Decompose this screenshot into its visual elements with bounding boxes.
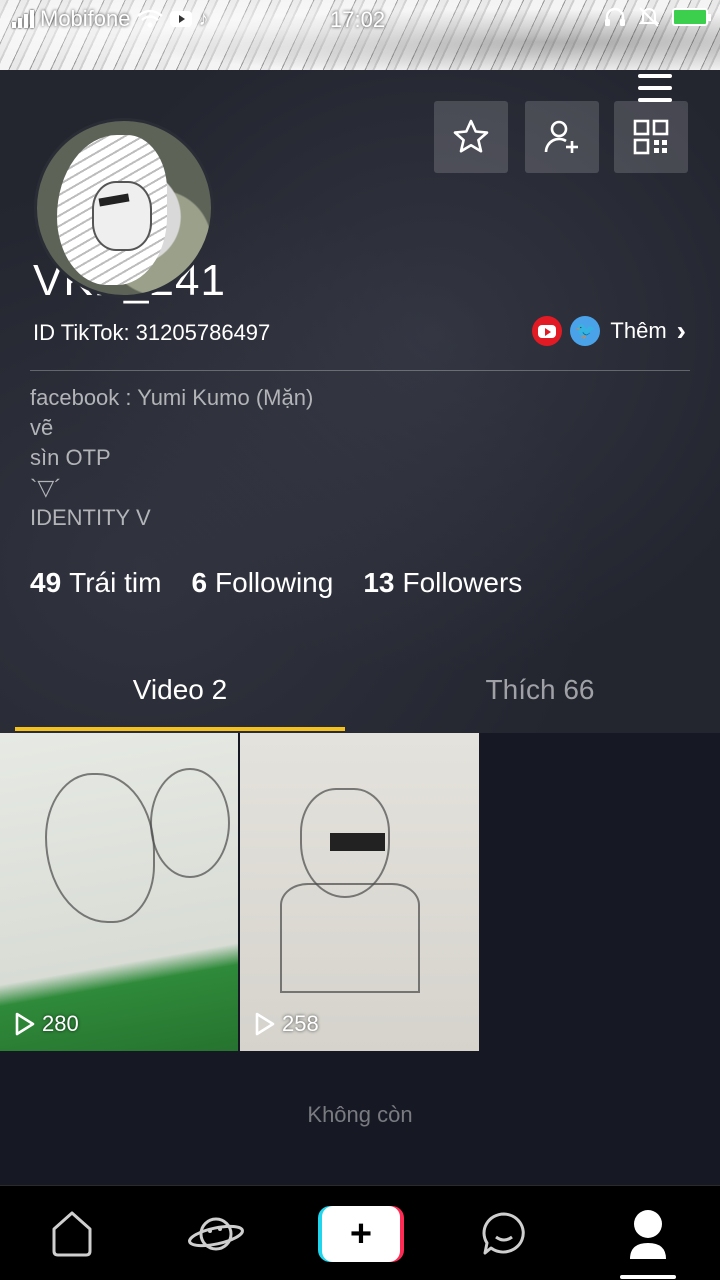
bio-line: IDENTITY V: [30, 505, 151, 530]
video-thumbnail[interactable]: 280: [0, 733, 238, 1051]
followers-stat[interactable]: 13 Followers: [363, 567, 522, 599]
avatar[interactable]: [34, 118, 214, 298]
headphones-icon: [605, 7, 625, 26]
discover-planet-icon: [188, 1217, 244, 1251]
home-icon: [52, 1211, 92, 1257]
plus-icon: +: [322, 1206, 400, 1262]
bio-line: vẽ: [30, 415, 54, 440]
status-time: 17:02: [330, 7, 386, 32]
youtube-icon[interactable]: [532, 316, 563, 346]
mute-icon: [638, 7, 660, 27]
wifi-icon: [136, 9, 163, 28]
profile-tabs: Video 2 Thích 66: [0, 670, 720, 733]
divider: [30, 370, 690, 371]
home-indicator: [620, 1275, 676, 1279]
profile-header: VKP_241 ID TikTok: 31205786497 🐦 Thêm › …: [0, 70, 720, 733]
menu-icon[interactable]: [638, 74, 672, 102]
tab-liked[interactable]: Thích 66: [360, 674, 720, 706]
profile-icon: [630, 1210, 666, 1259]
profile-stats: 49 Trái tim 6 Following 13 Followers: [30, 567, 522, 599]
chevron-right-icon[interactable]: ›: [677, 317, 686, 345]
create-button[interactable]: +: [318, 1206, 404, 1262]
signal-icon: [12, 10, 34, 28]
play-icon: [15, 1012, 35, 1036]
status-bar: Mobifone ♪ 17:02: [0, 0, 720, 38]
nav-inbox[interactable]: [474, 1206, 534, 1262]
add-friend-button[interactable]: [525, 101, 599, 173]
bio-line: sìn OTP: [30, 445, 111, 470]
bottom-nav: +: [0, 1185, 720, 1280]
bio-line: facebook : Yumi Kumo (Mặn): [30, 385, 314, 410]
star-icon: [453, 119, 489, 153]
social-links: 🐦 Thêm ›: [532, 316, 686, 346]
twitter-icon[interactable]: 🐦: [570, 316, 601, 346]
hearts-stat[interactable]: 49 Trái tim: [30, 567, 161, 599]
hearts-label: Trái tim: [69, 567, 162, 598]
active-tab-indicator: [15, 727, 345, 731]
hearts-count: 49: [30, 567, 62, 598]
view-count: 280: [14, 1011, 79, 1037]
view-count-value: 280: [42, 1011, 79, 1036]
qr-code-icon: [633, 119, 669, 155]
inbox-chat-icon: [482, 1212, 525, 1255]
nav-home[interactable]: [42, 1206, 102, 1262]
battery-icon: [672, 8, 711, 26]
add-user-icon: [544, 120, 578, 153]
tab-videos[interactable]: Video 2: [0, 674, 360, 706]
favorites-button[interactable]: [434, 101, 508, 173]
qr-code-button[interactable]: [614, 101, 688, 173]
view-count: 258: [254, 1011, 319, 1037]
play-icon: [255, 1012, 275, 1036]
followers-label: Followers: [402, 567, 523, 598]
bio: facebook : Yumi Kumo (Mặn) vẽ sìn OTP `▽…: [30, 383, 313, 533]
bio-line: `▽´: [30, 475, 62, 500]
more-link[interactable]: Thêm: [610, 318, 666, 344]
tiktok-status-icon: ♪: [198, 7, 209, 30]
no-more-text: Không còn: [307, 1102, 413, 1127]
nav-discover[interactable]: [186, 1206, 246, 1262]
followers-count: 13: [363, 567, 395, 598]
carrier-name: Mobifone: [40, 6, 131, 31]
view-count-value: 258: [282, 1011, 319, 1036]
following-label: Following: [215, 567, 334, 598]
video-thumbnail[interactable]: 258: [240, 733, 479, 1051]
tiktok-id: ID TikTok: 31205786497: [33, 320, 271, 345]
following-stat[interactable]: 6 Following: [191, 567, 333, 599]
nav-me[interactable]: [618, 1206, 678, 1262]
youtube-status-icon: [169, 11, 192, 27]
following-count: 6: [191, 567, 208, 598]
